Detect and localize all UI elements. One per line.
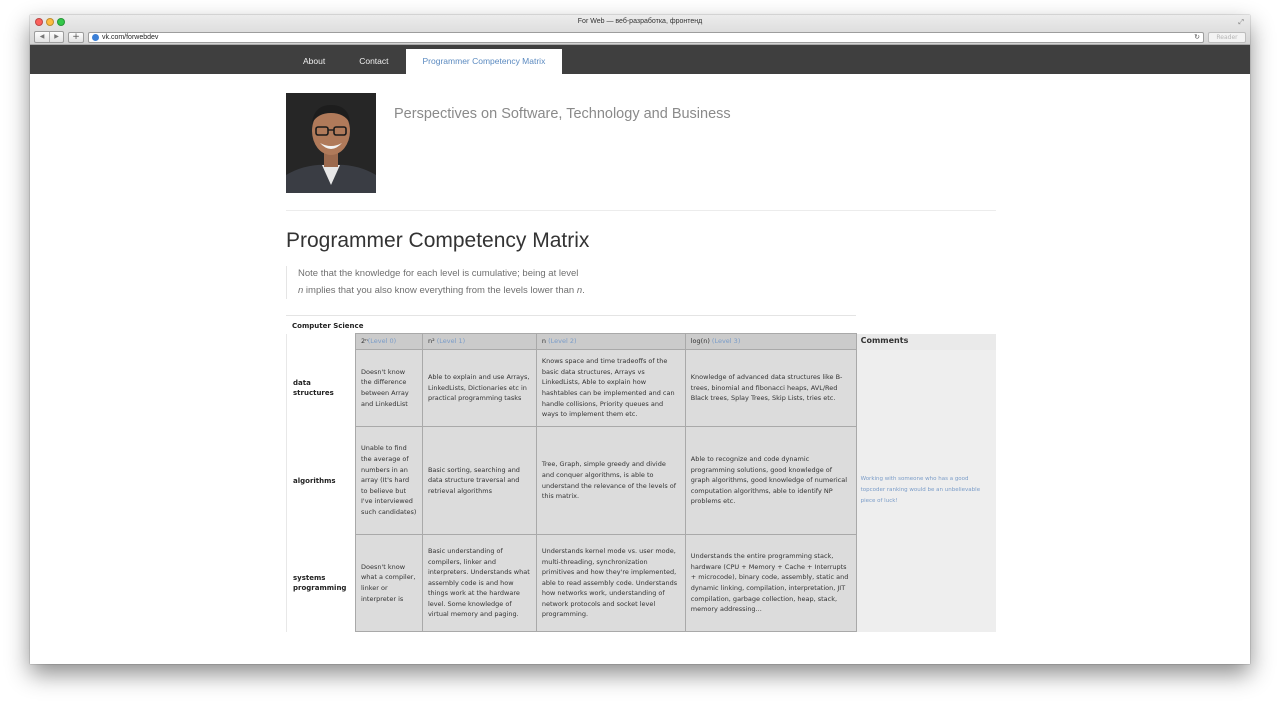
header-level-0: 2ⁿ(Level 0)	[354, 333, 423, 350]
header-prefix: 2ⁿ	[360, 337, 368, 346]
site-nav: About Contact Programmer Competency Matr…	[30, 45, 1250, 74]
matrix-cell: Basic understanding of compilers, linker…	[421, 534, 537, 632]
address-bar[interactable]: vk.com/forwebdev ↻	[88, 31, 1204, 43]
header-level-3: log(n) (Level 3)	[684, 333, 857, 350]
table-row: data structures Doesn't know the differe…	[286, 349, 996, 632]
site-tagline: Perspectives on Software, Technology and…	[394, 106, 731, 122]
competency-matrix: Computer Science 2ⁿ(Level 0) n² (Level 1…	[286, 315, 996, 632]
site-globe-icon	[92, 33, 99, 41]
title-bar: For Web — веб-разработка, фронтенд ⤢ ◀ ▶…	[30, 15, 1250, 45]
fullscreen-icon[interactable]: ⤢	[1238, 18, 1244, 27]
row-label-data-structures: data structures	[286, 349, 356, 427]
section-label: Computer Science	[286, 315, 856, 333]
header-prefix: n²	[427, 337, 437, 346]
row-label-systems-programming: systems programming	[286, 534, 356, 632]
nav-contact[interactable]: Contact	[342, 49, 405, 74]
matrix-cell: Able to recognize and code dynamic progr…	[684, 426, 857, 535]
header-level-2: n (Level 2)	[535, 333, 686, 350]
matrix-cell: Tree, Graph, simple greedy and divide an…	[535, 426, 686, 535]
window-title: For Web — веб-разработка, фронтенд	[577, 18, 703, 25]
forward-icon[interactable]: ▶	[49, 32, 63, 42]
matrix-table: 2ⁿ(Level 0) n² (Level 1) n (Level 2) log…	[286, 333, 996, 632]
cumulative-note: Note that the knowledge for each level i…	[286, 266, 586, 299]
matrix-cell: Understands the entire programming stack…	[684, 534, 857, 632]
site-nav-items: About Contact Programmer Competency Matr…	[286, 49, 563, 74]
comments-cell: Working with someone who has a good topc…	[856, 349, 996, 632]
matrix-cell: Knows space and time tradeoffs of the ba…	[535, 349, 686, 427]
corner-cell	[286, 333, 356, 350]
header-level: (Level 0)	[367, 337, 397, 346]
reload-icon[interactable]: ↻	[1194, 33, 1200, 41]
matrix-header-row: 2ⁿ(Level 0) n² (Level 1) n (Level 2) log…	[286, 333, 996, 350]
header-level: (Level 1)	[436, 337, 466, 346]
matrix-cell: Doesn't know what a compiler, linker or …	[354, 534, 423, 632]
address-url[interactable]: vk.com/forwebdev	[102, 34, 1191, 41]
comments-header: Comments	[856, 333, 996, 350]
note-suffix: .	[582, 284, 585, 296]
header-level: (Level 2)	[548, 337, 577, 346]
row-label-algorithms: algorithms	[286, 426, 356, 535]
page-title: Programmer Competency Matrix	[286, 229, 590, 252]
note-prefix: Note that the knowledge for each level i…	[298, 268, 579, 279]
matrix-cell: Understands kernel mode vs. user mode, m…	[535, 534, 686, 632]
note-middle: implies that you also know everything fr…	[303, 284, 577, 296]
reader-button[interactable]: Reader	[1208, 31, 1246, 43]
matrix-cell: Able to explain and use Arrays, LinkedLi…	[421, 349, 537, 427]
nav-about[interactable]: About	[286, 49, 342, 74]
browser-window: For Web — веб-разработка, фронтенд ⤢ ◀ ▶…	[30, 15, 1250, 664]
back-icon[interactable]: ◀	[35, 32, 49, 42]
nav-programmer-competency-matrix[interactable]: Programmer Competency Matrix	[405, 49, 563, 74]
header-level: (Level 3)	[711, 337, 741, 346]
add-bookmark-button[interactable]: +	[68, 31, 84, 43]
browser-toolbar: ◀ ▶ + vk.com/forwebdev ↻ Reader	[34, 31, 1246, 43]
history-buttons: ◀ ▶	[34, 31, 64, 43]
matrix-cell: Knowledge of advanced data structures li…	[684, 349, 857, 427]
blog-header: Perspectives on Software, Technology and…	[286, 93, 996, 211]
matrix-cell: Basic sorting, searching and data struct…	[421, 426, 537, 535]
header-prefix: log(n)	[690, 337, 712, 346]
matrix-cell: Doesn't know the difference between Arra…	[354, 349, 423, 427]
header-level-1: n² (Level 1)	[421, 333, 537, 350]
main-content: Perspectives on Software, Technology and…	[286, 93, 996, 632]
author-photo	[286, 93, 376, 193]
matrix-cell: Unable to find the average of numbers in…	[354, 426, 423, 535]
